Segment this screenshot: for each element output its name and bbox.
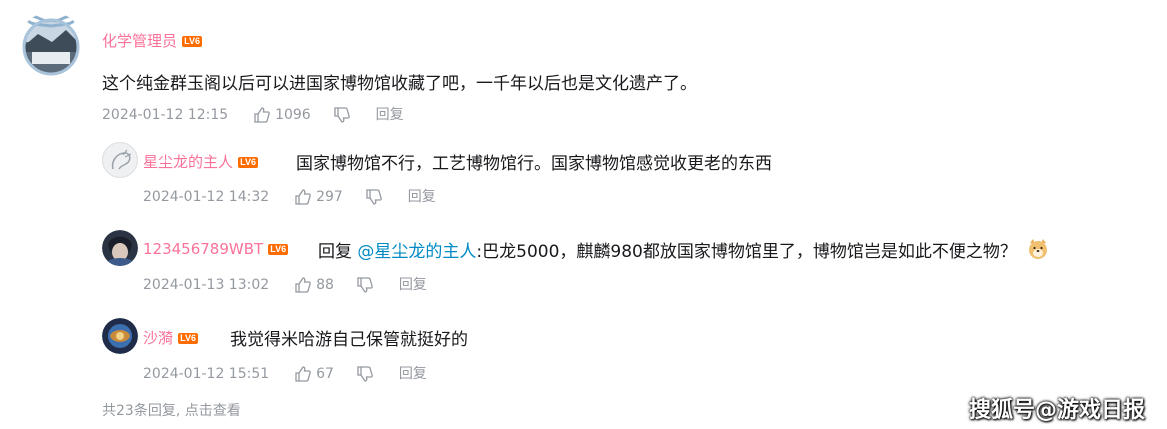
reply-button[interactable]: 回复 xyxy=(408,189,436,205)
dislike-button[interactable] xyxy=(365,189,387,205)
thumbs-down-icon xyxy=(334,107,351,123)
reply-time: 2024-01-12 15:51 xyxy=(143,366,270,382)
dislike-button[interactable] xyxy=(356,366,378,382)
like-count: 297 xyxy=(316,189,343,205)
thumbs-up-icon xyxy=(294,277,311,293)
comment-header: 化学管理员 LV6 xyxy=(102,30,202,51)
avatar[interactable] xyxy=(102,230,138,266)
reply-meta: 2024-01-13 13:02 88 回复 xyxy=(143,274,427,294)
like-button[interactable]: 88 xyxy=(294,277,339,293)
like-count: 88 xyxy=(316,277,334,293)
thumbs-up-icon xyxy=(294,189,311,205)
avatar[interactable] xyxy=(102,142,138,178)
avatar[interactable] xyxy=(102,318,138,354)
level-badge: LV6 xyxy=(268,244,289,255)
level-badge: LV6 xyxy=(238,157,258,168)
dislike-button[interactable] xyxy=(333,107,355,123)
reply-header: 123456789WBT LV6 xyxy=(143,239,289,258)
avatar[interactable] xyxy=(18,12,84,78)
reply-header: 沙漪 LV6 xyxy=(143,327,198,348)
like-count: 67 xyxy=(316,366,334,382)
thumbs-up-icon xyxy=(253,107,270,123)
dislike-button[interactable] xyxy=(356,277,378,293)
like-button[interactable]: 297 xyxy=(294,189,348,205)
reply-time: 2024-01-12 14:32 xyxy=(143,189,270,205)
view-more-replies-link[interactable]: 共23条回复, 点击查看 xyxy=(102,400,241,420)
thumbs-up-icon xyxy=(294,366,311,382)
reply-prefix: 回复 xyxy=(318,242,352,262)
mention-link[interactable]: @星尘龙的主人 xyxy=(357,242,476,262)
watermark: 搜狐号@游戏日报 xyxy=(968,398,1145,423)
username[interactable]: 星尘龙的主人 xyxy=(143,153,233,171)
level-badge: LV6 xyxy=(178,333,198,344)
comment-text: 这个纯金群玉阁以后可以进国家博物馆收藏了吧，一千年以后也是文化遗产了。 xyxy=(102,74,697,94)
thumbs-down-icon xyxy=(366,189,383,205)
username[interactable]: 沙漪 xyxy=(143,329,173,347)
reply-text: :巴龙5000，麒麟980都放国家博物馆里了，博物馆岂是如此不便之物？ xyxy=(476,242,1017,262)
username[interactable]: 123456789WBT xyxy=(143,240,263,258)
like-button[interactable]: 1096 xyxy=(253,107,316,123)
like-button[interactable]: 67 xyxy=(294,366,339,382)
reply-text: 国家博物馆不行，工艺博物馆行。国家博物馆感觉收更老的东西 xyxy=(296,154,772,174)
reply-time: 2024-01-13 13:02 xyxy=(143,277,270,293)
reply-text-line: 回复 @星尘龙的主人:巴龙5000，麒麟980都放国家博物馆里了，博物馆岂是如此… xyxy=(318,237,1050,262)
thumbs-down-icon xyxy=(357,277,374,293)
comment-meta: 2024-01-12 12:15 1096 回复 xyxy=(102,104,404,124)
reply-text: 我觉得米哈游自己保管就挺好的 xyxy=(230,330,468,350)
reply-meta: 2024-01-12 14:32 297 回复 xyxy=(143,186,436,206)
reply-header: 星尘龙的主人 LV6 xyxy=(143,151,258,172)
reply-button[interactable]: 回复 xyxy=(399,366,427,382)
doge-emoji-icon xyxy=(1029,239,1048,259)
reply-button[interactable]: 回复 xyxy=(399,277,427,293)
level-badge: LV6 xyxy=(182,36,202,47)
reply-button[interactable]: 回复 xyxy=(376,107,404,123)
comment-time: 2024-01-12 12:15 xyxy=(102,107,229,123)
like-count: 1096 xyxy=(275,107,311,123)
username[interactable]: 化学管理员 xyxy=(102,32,177,50)
thumbs-down-icon xyxy=(357,366,374,382)
reply-meta: 2024-01-12 15:51 67 回复 xyxy=(143,363,427,383)
